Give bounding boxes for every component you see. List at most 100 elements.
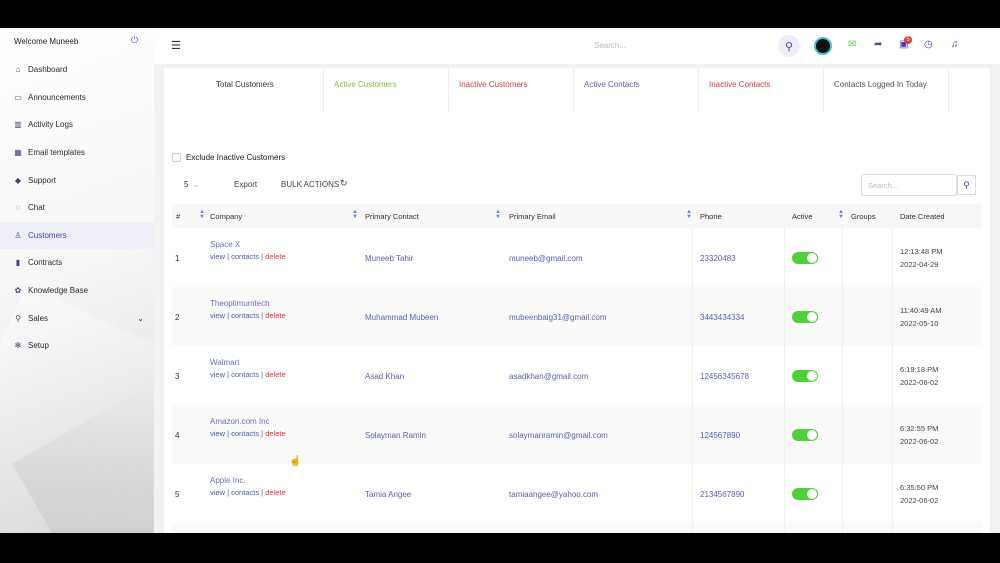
sidebar-item-label: Contracts xyxy=(28,258,63,268)
primary-contact[interactable]: Muhammad Mubeen xyxy=(365,313,438,322)
primary-email[interactable]: mubeenbaig31@gmail.com xyxy=(509,313,607,322)
contacts-link[interactable]: contacts xyxy=(231,252,259,261)
header-num[interactable]: # xyxy=(176,212,180,221)
primary-email[interactable]: muneeb@gmail.com xyxy=(509,254,582,263)
header-phone[interactable]: Phone xyxy=(700,212,722,221)
avatar[interactable] xyxy=(814,37,832,55)
page-length-select[interactable]: 5 ⌄ xyxy=(184,180,199,189)
exclude-inactive-filter[interactable]: Exclude Inactive Customers xyxy=(172,153,285,162)
view-link[interactable]: view xyxy=(210,488,225,497)
sidebar-item-customers[interactable]: ♙ Customers xyxy=(0,221,154,250)
phone[interactable]: 2134567890 xyxy=(700,490,745,499)
stat-inactive-contacts[interactable]: Inactive Contacts xyxy=(699,68,824,112)
sidebar-item-announcements[interactable]: ▭ Announcements xyxy=(0,84,154,112)
table-search-input[interactable]: Search... xyxy=(861,174,957,196)
contacts-link[interactable]: contacts xyxy=(231,488,259,497)
clock-icon[interactable]: ◷ xyxy=(924,39,933,50)
refresh-icon[interactable]: ↻ xyxy=(340,178,348,189)
header-primary-contact[interactable]: Primary Contact xyxy=(365,212,419,221)
header-date-created[interactable]: Date Created xyxy=(900,212,945,221)
power-icon[interactable]: ⏻ xyxy=(131,35,138,46)
sort-icon[interactable]: ▲ ▼ xyxy=(686,209,692,220)
sidebar-item-chat[interactable]: ◌ Chat xyxy=(0,194,154,222)
share-icon[interactable]: ➦ xyxy=(874,39,882,50)
table-row[interactable]: 1 Space Xview | contacts | delete Muneeb T… xyxy=(172,228,982,287)
header-groups[interactable]: Groups xyxy=(851,212,876,221)
sidebar-item-dashboard[interactable]: ⌂ Dashboard xyxy=(0,56,154,84)
delete-link[interactable]: delete xyxy=(265,488,285,497)
primary-contact[interactable]: Solayman Ramin xyxy=(365,431,426,440)
sidebar-item-label: Activity Logs xyxy=(28,120,73,130)
exclude-inactive-checkbox[interactable] xyxy=(172,153,181,162)
table-header: # ▲ ▼ Company ▲ ▼ Primary Contact ▲ ▼ Prima… xyxy=(172,204,982,228)
delete-link[interactable]: delete xyxy=(265,429,285,438)
bulk-actions-button[interactable]: BULK ACTIONS xyxy=(281,180,339,189)
primary-contact[interactable]: Tamia Angee xyxy=(365,490,411,499)
active-toggle[interactable] xyxy=(792,311,818,323)
stat-contacts-logged-in-today[interactable]: Contacts Logged In Today xyxy=(824,68,949,112)
phone[interactable]: 3443434334 xyxy=(700,313,745,322)
stat-active-contacts[interactable]: Active Contacts xyxy=(574,68,699,112)
chat-icon[interactable]: ✉ xyxy=(848,39,856,50)
column-divider xyxy=(842,228,843,287)
sidebar-item-sales[interactable]: ⚲ Sales ⌄ xyxy=(0,304,154,332)
active-toggle[interactable] xyxy=(792,488,818,500)
sidebar-item-setup[interactable]: ✻ Setup xyxy=(0,332,154,360)
table-search-icon[interactable]: ⚲ xyxy=(957,175,976,195)
company-name-link[interactable]: Theoptimumtech xyxy=(210,298,286,310)
stat-active-customers[interactable]: Active Customers xyxy=(324,68,449,112)
top-search-input[interactable]: Search... xyxy=(594,41,626,50)
company-name-link[interactable]: Space X xyxy=(210,239,286,251)
stat-inactive-customers[interactable]: Inactive Customers xyxy=(449,68,574,112)
sort-icon[interactable]: ▲ ▼ xyxy=(495,209,501,220)
table-row[interactable]: 5 Apple Inc. view | contacts | delete Tamia… xyxy=(172,464,982,523)
header-active[interactable]: Active xyxy=(792,212,812,221)
phone[interactable]: 124567890 xyxy=(700,431,740,440)
phone[interactable]: 12456345678 xyxy=(700,372,749,381)
sidebar-item-label: Support xyxy=(28,175,57,185)
sidebar-item-email-templates[interactable]: ▦ Email templates xyxy=(0,139,154,167)
view-link[interactable]: view xyxy=(210,429,225,438)
table-row[interactable]: 6hatchview | contacts | delete--33217181… xyxy=(172,523,982,533)
table-row[interactable]: 3 Walmart view | contacts | delete Asad Kha… xyxy=(172,346,982,405)
primary-contact[interactable]: Asad Khan xyxy=(365,372,404,381)
primary-email[interactable]: asadkhan@gmail.com xyxy=(509,372,588,381)
active-toggle[interactable] xyxy=(792,252,818,264)
sort-icon[interactable]: ▲ ▼ xyxy=(838,209,844,220)
primary-contact[interactable]: Muneeb Tahir xyxy=(365,254,413,263)
contacts-link[interactable]: contacts xyxy=(231,429,259,438)
sidebar-item-support[interactable]: ◆ Support xyxy=(0,166,154,194)
active-toggle[interactable] xyxy=(792,370,818,382)
delete-link[interactable]: delete xyxy=(265,252,285,261)
primary-email[interactable]: tamiaangee@yahoo.com xyxy=(509,490,598,499)
bell-icon[interactable]: ♫ xyxy=(951,39,959,50)
sidebar-item-label: Dashboard xyxy=(28,65,68,75)
header-primary-email[interactable]: Primary Email xyxy=(509,212,556,221)
chevron-down-icon[interactable]: ⌄ xyxy=(137,314,144,323)
phone[interactable]: 23320483 xyxy=(700,254,736,263)
header-company[interactable]: Company xyxy=(210,212,242,221)
sidebar-item-label: Email templates xyxy=(28,148,85,158)
delete-link[interactable]: delete xyxy=(265,311,285,320)
primary-email[interactable]: solaymanramin@gmail.com xyxy=(509,431,608,440)
active-toggle[interactable] xyxy=(792,429,818,441)
table-row[interactable]: 2 Theoptimumtech view | contacts | delete M… xyxy=(172,287,982,346)
sidebar-item-contracts[interactable]: ▮ Contracts xyxy=(0,249,154,277)
view-link[interactable]: view xyxy=(210,311,225,320)
sort-icon[interactable]: ▲ ▼ xyxy=(352,209,358,220)
sidebar-item-activity-logs[interactable]: ▥ Activity Logs xyxy=(0,111,154,139)
sort-icon[interactable]: ▲ ▼ xyxy=(199,209,205,220)
sidebar-item-knowledge-base[interactable]: ✿ Knowledge Base xyxy=(0,277,154,305)
company-name-link[interactable]: Amazon.com Inc xyxy=(210,416,286,428)
search-icon[interactable]: ⚲ xyxy=(778,35,800,57)
contacts-link[interactable]: contacts xyxy=(231,311,259,320)
export-button[interactable]: Export xyxy=(234,180,257,189)
view-link[interactable]: view xyxy=(210,370,225,379)
stat-total-customers[interactable]: Total Customers xyxy=(164,68,324,112)
view-link[interactable]: view xyxy=(210,252,225,261)
company-name-link[interactable]: Walmart xyxy=(210,357,286,369)
delete-link[interactable]: delete xyxy=(265,370,285,379)
contacts-link[interactable]: contacts xyxy=(231,370,259,379)
menu-toggle-icon[interactable]: ☰ xyxy=(171,39,181,52)
company-name-link[interactable]: Apple Inc. xyxy=(210,475,286,487)
